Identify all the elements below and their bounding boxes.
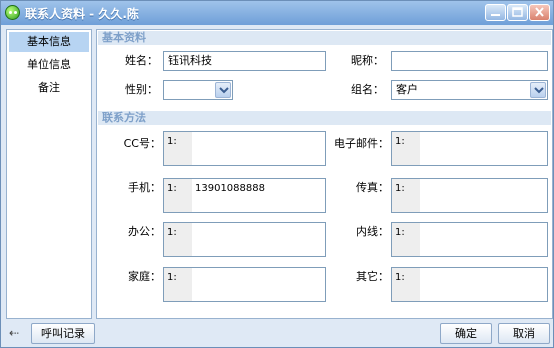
line-number: 1: bbox=[395, 183, 405, 194]
line-number: 1: bbox=[395, 227, 405, 238]
mobile-value: 13901088888 bbox=[195, 183, 265, 194]
gender-label: 性别： bbox=[125, 83, 158, 96]
name-field[interactable]: 钰讯科技 bbox=[163, 51, 326, 71]
name-label: 姓名： bbox=[125, 54, 158, 67]
group-select[interactable]: 客户 bbox=[391, 80, 548, 100]
nav-item-label: 基本信息 bbox=[27, 35, 71, 48]
contact-window: 联系人资料 - 久久.陈 基本信息 单位信息 备注 基本资料 姓名： 钰讯科技 … bbox=[0, 0, 554, 348]
back-arrow-icon[interactable]: ⇠ bbox=[9, 326, 19, 340]
fax-field[interactable]: 1: bbox=[391, 178, 548, 213]
nav-item-basic-info[interactable]: 基本信息 bbox=[9, 32, 89, 52]
office-field[interactable]: 1: bbox=[163, 222, 326, 257]
extension-field[interactable]: 1: bbox=[391, 222, 548, 257]
email-label: 电子邮件： bbox=[334, 137, 389, 150]
cancel-button[interactable]: 取消 bbox=[498, 323, 550, 344]
maximize-icon bbox=[512, 7, 523, 17]
gender-select[interactable] bbox=[163, 80, 233, 100]
email-field[interactable]: 1: bbox=[391, 131, 548, 166]
nav-item-label: 单位信息 bbox=[27, 58, 71, 71]
other-label: 其它： bbox=[356, 270, 389, 283]
close-button[interactable] bbox=[529, 4, 550, 21]
nickname-field[interactable] bbox=[391, 51, 548, 71]
call-log-button[interactable]: 呼叫记录 bbox=[31, 323, 95, 344]
line-number: 1: bbox=[167, 183, 177, 194]
maximize-button[interactable] bbox=[507, 4, 528, 21]
nav-item-company-info[interactable]: 单位信息 bbox=[9, 55, 89, 75]
office-label: 办公： bbox=[128, 225, 161, 238]
side-nav: 基本信息 单位信息 备注 bbox=[6, 29, 92, 319]
chevron-down-icon[interactable] bbox=[215, 82, 231, 98]
fax-label: 传真： bbox=[356, 181, 389, 194]
minimize-button[interactable] bbox=[485, 4, 506, 21]
home-label: 家庭： bbox=[128, 270, 161, 283]
extension-label: 内线： bbox=[356, 225, 389, 238]
cc-field[interactable]: 1: bbox=[163, 131, 326, 166]
group-label: 组名： bbox=[351, 83, 384, 96]
mobile-field[interactable]: 1: 13901088888 bbox=[163, 178, 326, 213]
line-number: 1: bbox=[395, 272, 405, 283]
group-value: 客户 bbox=[396, 83, 418, 96]
line-number: 1: bbox=[395, 136, 405, 147]
close-icon bbox=[535, 7, 544, 17]
section-title-basic: 基本资料 bbox=[98, 31, 551, 45]
ok-button[interactable]: 确定 bbox=[440, 323, 492, 344]
line-number: 1: bbox=[167, 136, 177, 147]
window-title: 联系人资料 - 久久.陈 bbox=[25, 7, 139, 21]
nav-item-notes[interactable]: 备注 bbox=[9, 78, 89, 98]
cc-label: CC号： bbox=[123, 137, 161, 150]
minimize-icon bbox=[491, 14, 500, 16]
other-field[interactable]: 1: bbox=[391, 267, 548, 302]
nickname-label: 昵称： bbox=[351, 54, 384, 67]
mobile-label: 手机： bbox=[128, 181, 161, 194]
nav-item-label: 备注 bbox=[38, 81, 60, 94]
section-title-contact: 联系方法 bbox=[98, 111, 551, 125]
content-panel: 基本资料 姓名： 钰讯科技 昵称： 性别： 组名： 客户 联系方法 CC号： 1… bbox=[96, 29, 553, 319]
title-bar[interactable]: 联系人资料 - 久久.陈 bbox=[1, 1, 553, 25]
app-logo-icon bbox=[5, 5, 20, 20]
line-number: 1: bbox=[167, 272, 177, 283]
home-field[interactable]: 1: bbox=[163, 267, 326, 302]
chevron-down-icon[interactable] bbox=[530, 82, 546, 98]
line-number: 1: bbox=[167, 227, 177, 238]
